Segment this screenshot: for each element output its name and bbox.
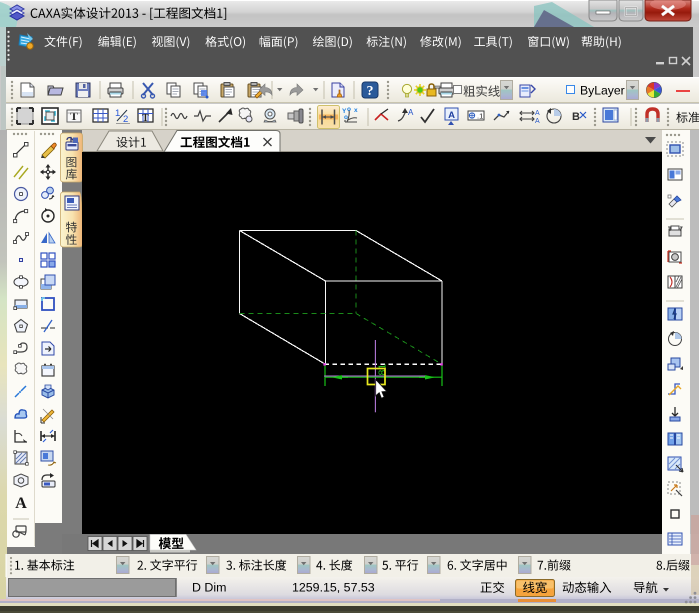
svg-text:A: A [448, 110, 455, 121]
svg-text:81: 81 [377, 364, 389, 376]
svg-text:D Dim: D Dim [192, 581, 226, 595]
svg-text:?: ? [367, 84, 374, 99]
svg-text:B: B [572, 111, 580, 123]
svg-text:A: A [535, 110, 540, 117]
svg-text:o: o [347, 106, 351, 113]
svg-text:1: 1 [115, 108, 120, 119]
svg-text:A: A [408, 108, 414, 117]
svg-text:T: T [70, 109, 78, 123]
svg-text:ByLayer: ByLayer [580, 84, 625, 98]
svg-text:x: x [354, 107, 358, 114]
svg-text:.1: .1 [477, 112, 483, 121]
svg-text:T: T [142, 113, 149, 124]
svg-text:A: A [535, 118, 540, 125]
svg-text:A: A [15, 495, 27, 512]
svg-text:o: o [344, 114, 348, 121]
svg-text:1259.15, 57.53: 1259.15, 57.53 [292, 581, 375, 595]
